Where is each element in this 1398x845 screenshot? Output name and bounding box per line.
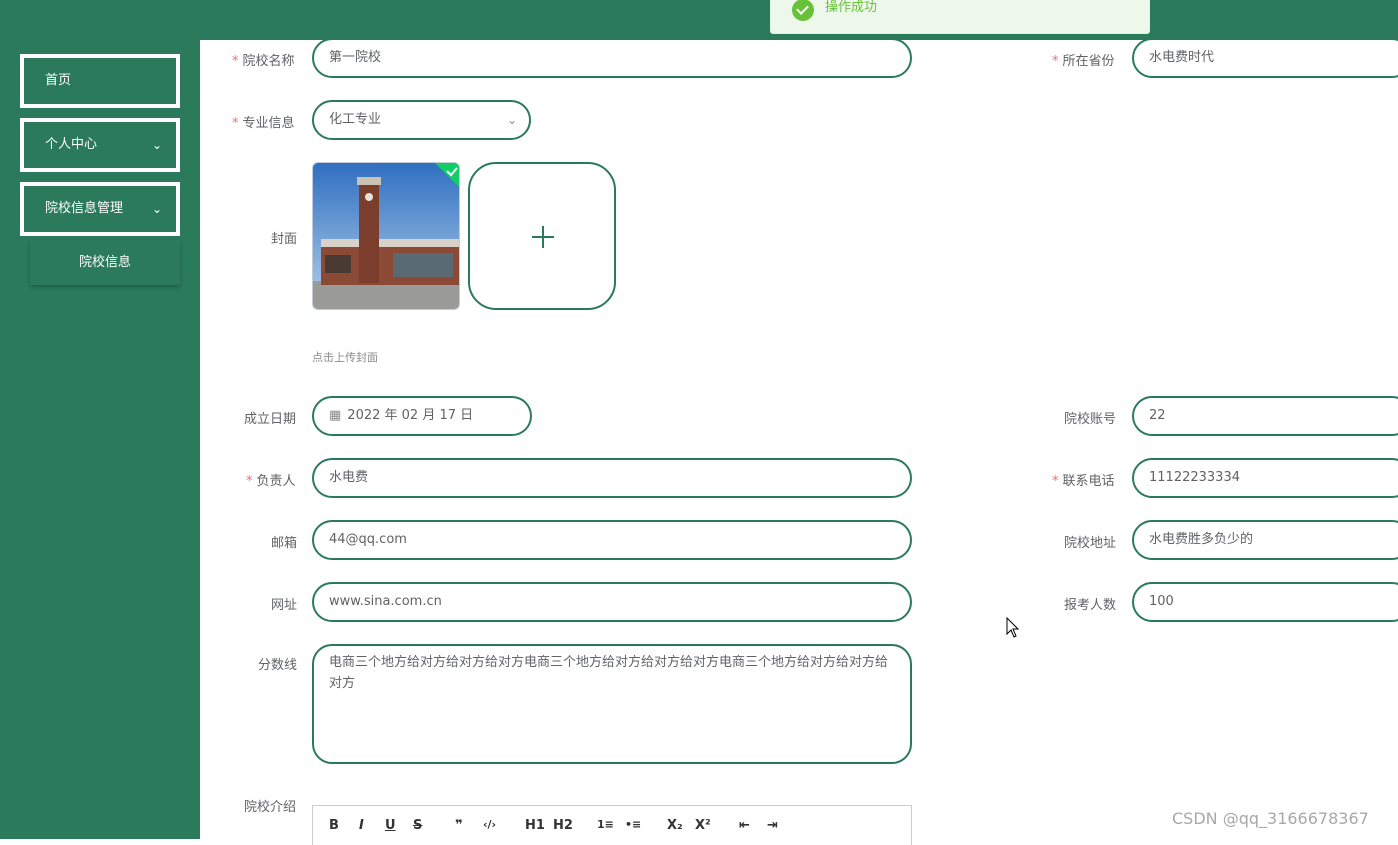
founded-date-picker[interactable]: ▦ 2022 年 02 月 17 日 bbox=[312, 396, 532, 436]
chevron-down-icon: ⌄ bbox=[151, 202, 162, 216]
watermark: CSDN @qq_3166678367 bbox=[1172, 809, 1369, 828]
bold-button[interactable]: B bbox=[329, 818, 339, 833]
province-input[interactable]: 水电费时代 bbox=[1132, 38, 1398, 78]
province-label: * 所在省份 bbox=[1052, 54, 1115, 69]
manager-input[interactable]: 水电费 bbox=[312, 458, 912, 498]
subscript-button[interactable]: X₂ bbox=[667, 818, 683, 833]
top-bar bbox=[0, 0, 1398, 40]
website-label: 网址 bbox=[271, 598, 298, 613]
sidebar-item-home[interactable]: 首页 bbox=[20, 54, 180, 108]
indent-button[interactable]: ⇥ bbox=[767, 818, 778, 833]
cover-label: 封面 bbox=[271, 232, 298, 247]
school-name-label: * 院校名称 bbox=[232, 54, 295, 69]
account-label: 院校账号 bbox=[1064, 412, 1117, 427]
applicants-input[interactable]: 100 bbox=[1132, 582, 1398, 622]
chevron-down-icon: ⌄ bbox=[151, 138, 162, 152]
email-label: 邮箱 bbox=[271, 536, 298, 551]
email-input[interactable]: 44@qq.com bbox=[312, 520, 912, 560]
phone-label: * 联系电话 bbox=[1052, 474, 1115, 489]
blockquote-button[interactable]: ❞ bbox=[455, 818, 463, 833]
cover-hint: 点击上传封面 bbox=[312, 351, 378, 364]
applicants-label: 报考人数 bbox=[1064, 598, 1117, 613]
address-input[interactable]: 水电费胜多负少的 bbox=[1132, 520, 1398, 560]
toast-message: 操作成功 bbox=[825, 0, 878, 15]
ordered-list-button[interactable]: 1≡ bbox=[597, 818, 614, 831]
sidebar-item-personal-center[interactable]: 个人中心 ⌄ bbox=[20, 118, 180, 172]
sidebar-item-school-management[interactable]: 院校信息管理 ⌄ bbox=[20, 182, 180, 236]
manager-label: * 负责人 bbox=[246, 474, 296, 489]
score-line-label: 分数线 bbox=[258, 658, 298, 673]
heading1-button[interactable]: H1 bbox=[525, 818, 545, 833]
success-check-icon bbox=[792, 0, 814, 21]
sidebar-item-label: 个人中心 bbox=[45, 137, 98, 152]
sidebar: 首页 个人中心 ⌄ 院校信息管理 ⌄ 院校信息 bbox=[0, 40, 200, 839]
intro-label: 院校介绍 bbox=[244, 800, 297, 815]
score-line-textarea[interactable]: 电商三个地方给对方给对方给对方电商三个地方给对方给对方给对方电商三个地方给对方给… bbox=[312, 644, 912, 764]
phone-input[interactable]: 11122233334 bbox=[1132, 458, 1398, 498]
sidebar-subitem-label: 院校信息 bbox=[78, 255, 131, 270]
cover-image[interactable] bbox=[312, 162, 460, 310]
chevron-down-icon: ⌄ bbox=[506, 113, 517, 127]
account-input[interactable]: 22 bbox=[1132, 396, 1398, 436]
heading2-button[interactable]: H2 bbox=[553, 818, 573, 833]
bullet-list-button[interactable]: •≡ bbox=[625, 818, 641, 831]
underline-button[interactable]: U bbox=[385, 818, 396, 833]
strike-button[interactable]: S bbox=[413, 818, 422, 833]
major-select[interactable]: 化工专业 ⌄ bbox=[312, 100, 531, 140]
outdent-button[interactable]: ⇤ bbox=[739, 818, 750, 833]
sidebar-item-label: 首页 bbox=[45, 73, 72, 88]
sidebar-item-label: 院校信息管理 bbox=[45, 201, 124, 216]
sidebar-subitem-school-info[interactable]: 院校信息 bbox=[30, 240, 180, 285]
calendar-icon: ▦ bbox=[329, 408, 342, 423]
code-button[interactable]: ‹/› bbox=[483, 818, 496, 831]
superscript-button[interactable]: X² bbox=[695, 818, 711, 833]
address-label: 院校地址 bbox=[1064, 536, 1117, 551]
mouse-pointer-icon bbox=[1006, 616, 1020, 643]
upload-cover-button[interactable] bbox=[468, 162, 616, 310]
founded-label: 成立日期 bbox=[244, 412, 297, 427]
major-label: * 专业信息 bbox=[232, 116, 295, 131]
italic-button[interactable]: I bbox=[359, 818, 364, 833]
success-toast: 操作成功 bbox=[770, 0, 1150, 34]
website-input[interactable]: www.sina.com.cn bbox=[312, 582, 912, 622]
rich-text-editor-toolbar: B I U S ❞ ‹/› H1 H2 1≡ •≡ X₂ X² ⇤ ⇥ bbox=[312, 805, 912, 845]
school-name-input[interactable]: 第一院校 bbox=[312, 38, 912, 78]
